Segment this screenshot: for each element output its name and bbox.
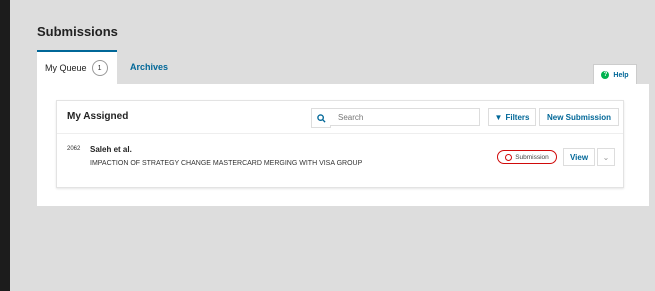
queue-panel: My Assigned ▼ Filters New Submission 206… bbox=[37, 84, 649, 206]
submission-title: IMPACTION OF STRATEGY CHANGE MASTERCARD … bbox=[90, 160, 363, 167]
help-button[interactable]: ? Help bbox=[593, 64, 637, 85]
status-label: Submission bbox=[515, 153, 549, 161]
view-button[interactable]: View bbox=[563, 148, 595, 166]
status-badge: Submission bbox=[497, 150, 557, 164]
tab-label: My Queue bbox=[45, 63, 87, 73]
tab-my-queue[interactable]: My Queue 1 bbox=[37, 50, 117, 84]
list-header: My Assigned ▼ Filters New Submission bbox=[57, 101, 623, 134]
submissions-list: My Assigned ▼ Filters New Submission 206… bbox=[56, 100, 624, 188]
status-circle-icon bbox=[505, 153, 513, 161]
list-item: 2062 Saleh et al. IMPACTION OF STRATEGY … bbox=[57, 134, 623, 186]
submission-authors: Saleh et al. bbox=[90, 145, 132, 154]
tab-label: Archives bbox=[130, 62, 169, 72]
submission-id: 2062 bbox=[67, 146, 81, 152]
queue-count-badge: 1 bbox=[91, 60, 108, 76]
list-title: My Assigned bbox=[67, 111, 129, 122]
filters-label: Filters bbox=[505, 112, 530, 122]
tab-bar: My Queue 1 Archives bbox=[37, 50, 649, 84]
window-edge bbox=[0, 0, 10, 291]
page-title: Submissions bbox=[37, 24, 118, 39]
chevron-down-icon[interactable]: ⌄ bbox=[597, 148, 615, 166]
new-submission-button[interactable]: New Submission bbox=[539, 108, 619, 126]
search-input[interactable] bbox=[330, 108, 480, 126]
help-icon: ? bbox=[601, 71, 610, 79]
tab-archives[interactable]: Archives bbox=[130, 50, 168, 84]
search-icon[interactable] bbox=[311, 108, 331, 128]
filters-button[interactable]: ▼ Filters bbox=[488, 108, 536, 126]
filter-icon: ▼ bbox=[494, 112, 503, 122]
help-label: Help bbox=[613, 71, 629, 79]
submissions-page: Submissions My Queue 1 Archives ? Help M… bbox=[10, 0, 655, 291]
